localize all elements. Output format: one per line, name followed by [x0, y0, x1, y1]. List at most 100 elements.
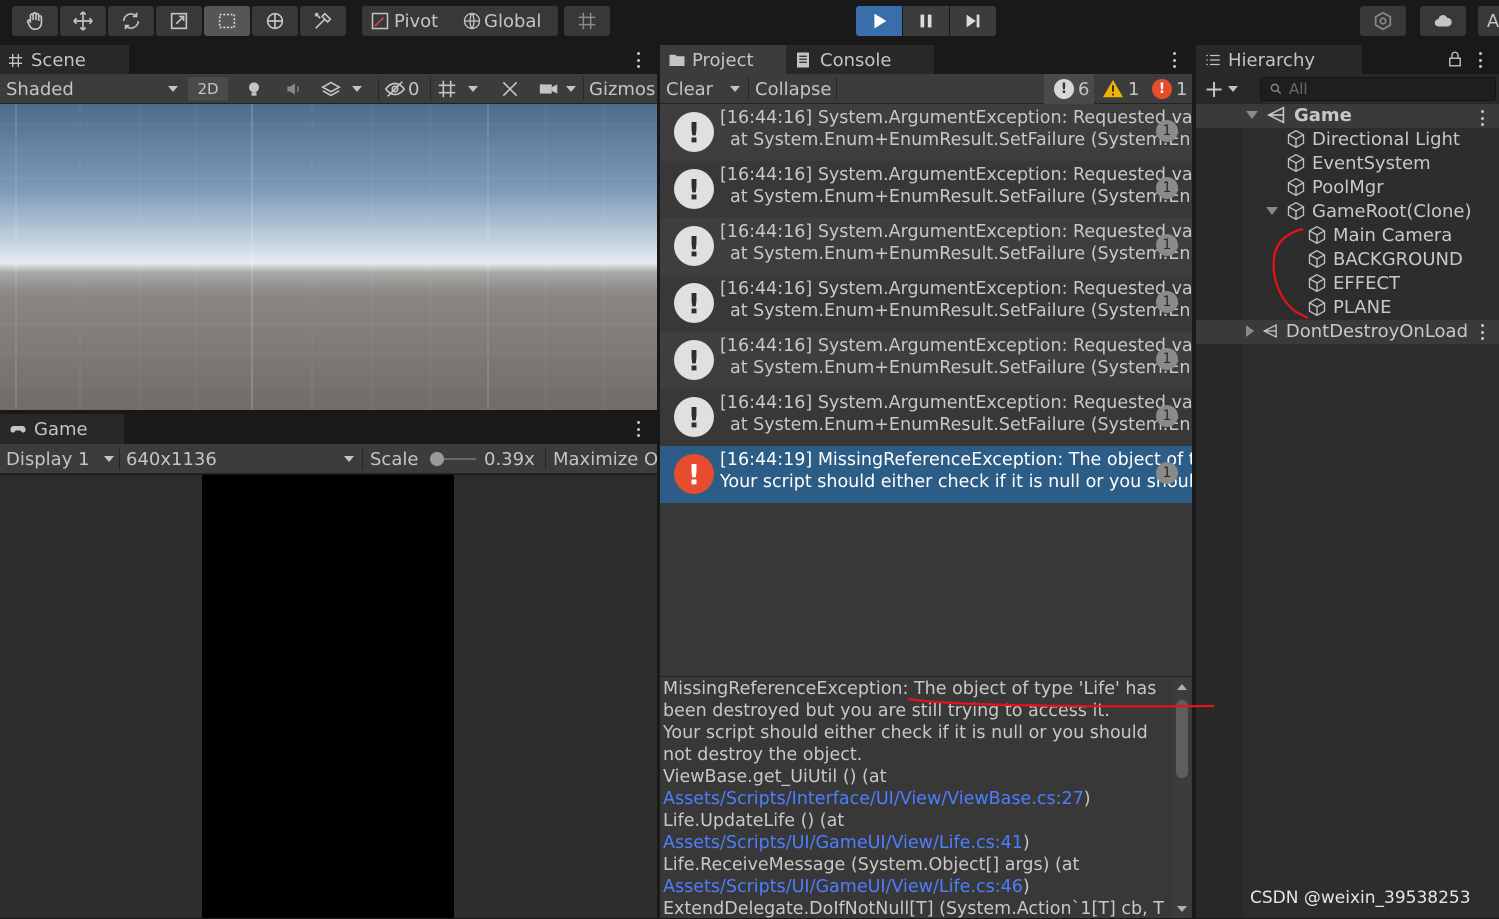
game-menu-icon[interactable] — [632, 418, 644, 440]
hierarchy-item[interactable]: Directional Light — [1286, 127, 1460, 151]
stacktrace-link-line[interactable]: Assets/Scripts/UI/GameUI/View/Life.cs:41… — [663, 833, 1030, 853]
console-menu-icon[interactable] — [1168, 49, 1180, 71]
detail-text-line: Your script should either check if it is… — [663, 723, 1148, 743]
stacktrace-link[interactable]: Assets/Scripts/UI/GameUI/View/Life.cs:41 — [663, 833, 1023, 853]
scroll-up-arrow[interactable] — [1177, 684, 1187, 690]
play-button[interactable] — [856, 6, 902, 36]
resolution-dropdown[interactable]: 640x1136 — [126, 444, 354, 474]
scene-menu-icon[interactable] — [632, 49, 644, 71]
hierarchy-item[interactable]: PLANE — [1307, 295, 1391, 319]
hierarchy-item[interactable]: GameRoot(Clone) — [1266, 199, 1471, 223]
hierarchy-item[interactable]: EventSystem — [1286, 151, 1431, 175]
stacktrace-link-line[interactable]: Assets/Scripts/UI/GameUI/View/Life.cs:46… — [663, 877, 1030, 897]
game-viewport[interactable] — [0, 475, 657, 918]
tab-scene[interactable]: Scene — [0, 45, 129, 75]
panel-splitter[interactable] — [0, 410, 657, 414]
collapse-toggle[interactable]: Collapse — [755, 74, 832, 104]
info-filter-toggle[interactable]: ! 6 — [1044, 74, 1094, 104]
scrollbar-thumb[interactable] — [1176, 700, 1188, 778]
hierarchy-search-input[interactable]: All — [1260, 77, 1496, 101]
tab-game[interactable]: Game — [0, 414, 124, 444]
panel-splitter[interactable] — [657, 44, 660, 918]
info-icon: ! — [674, 169, 714, 209]
pivot-toggle[interactable]: Pivot — [362, 6, 460, 36]
scale-value: 0.39x — [484, 448, 535, 470]
unity-scene-icon — [1262, 323, 1277, 339]
detail-text: ) — [1022, 877, 1030, 897]
hierarchy-scene-game[interactable]: Game — [1246, 103, 1352, 127]
chevron-down-icon — [566, 86, 576, 92]
tools-icon — [502, 81, 518, 97]
log-entry[interactable]: ! [16:44:16] System.ArgumentException: R… — [660, 275, 1192, 332]
2d-toggle[interactable]: 2D — [188, 77, 228, 101]
globe-icon — [463, 12, 481, 30]
tab-console[interactable]: Console — [786, 45, 934, 75]
cloud-button[interactable] — [1420, 6, 1466, 36]
hand-tool-button[interactable] — [12, 6, 58, 36]
log-entry[interactable]: ! [16:44:16] System.ArgumentException: R… — [660, 218, 1192, 275]
hierarchy-item-label: Main Camera — [1333, 224, 1453, 246]
expand-arrow-icon[interactable] — [1266, 207, 1278, 215]
step-button[interactable] — [950, 6, 996, 36]
scene-row-menu-icon[interactable] — [1476, 107, 1488, 129]
scene-tabstrip: Scene — [0, 45, 657, 75]
hierarchy-item[interactable]: PoolMgr — [1286, 175, 1384, 199]
grid-snap-button[interactable] — [564, 6, 610, 36]
effects-dropdown[interactable] — [320, 74, 370, 104]
hierarchy-item[interactable]: EFFECT — [1307, 271, 1400, 295]
scale-tool-button[interactable] — [156, 6, 202, 36]
scale-slider-thumb[interactable] — [430, 452, 444, 466]
log-entry[interactable]: ! [16:44:16] System.ArgumentException: R… — [660, 161, 1192, 218]
collab-button[interactable] — [1360, 6, 1406, 36]
clear-button[interactable]: Clear — [666, 74, 746, 104]
transform-tool-button[interactable] — [252, 6, 298, 36]
hand-icon — [26, 11, 43, 31]
log-entry[interactable]: ! [16:44:16] System.ArgumentException: R… — [660, 332, 1192, 389]
scale-slider[interactable] — [430, 444, 476, 474]
stacktrace-link-line[interactable]: Assets/Scripts/Interface/UI/View/ViewBas… — [663, 789, 1091, 809]
hidden-objects-toggle[interactable]: 0 — [384, 74, 426, 104]
tab-hierarchy[interactable]: Hierarchy — [1196, 45, 1362, 75]
camera-dropdown[interactable] — [538, 74, 580, 104]
grid-dropdown[interactable] — [436, 74, 490, 104]
stacktrace-link[interactable]: Assets/Scripts/UI/GameUI/View/Life.cs:46 — [663, 877, 1023, 897]
hierarchy-item[interactable]: BACKGROUND — [1307, 247, 1463, 271]
audio-toggle[interactable] — [284, 74, 308, 104]
scene-viewport[interactable] — [0, 104, 657, 410]
scroll-down-arrow[interactable] — [1177, 906, 1187, 912]
expand-arrow-icon[interactable] — [1246, 325, 1254, 337]
log-entry[interactable]: ! [16:44:16] System.ArgumentException: R… — [660, 104, 1192, 161]
custom-tool-button[interactable] — [300, 6, 346, 36]
create-dropdown[interactable]: + — [1204, 74, 1242, 104]
pause-button[interactable] — [903, 6, 949, 36]
display-dropdown[interactable]: Display 1 — [6, 444, 114, 474]
lock-icon[interactable] — [1446, 50, 1464, 68]
hierarchy-scene-dontdestroy[interactable]: DontDestroyOnLoad — [1246, 319, 1468, 343]
detail-scrollbar[interactable] — [1173, 678, 1191, 918]
expand-arrow-icon[interactable] — [1246, 111, 1258, 119]
lighting-toggle[interactable] — [244, 74, 268, 104]
search-placeholder: All — [1289, 80, 1308, 98]
global-toggle[interactable]: Global — [454, 6, 558, 36]
warning-filter-toggle[interactable]: 1 — [1098, 74, 1144, 104]
panel-splitter[interactable] — [1192, 44, 1196, 918]
log-entry-selected[interactable]: ! [16:44:19] MissingReferenceException: … — [660, 446, 1192, 503]
error-filter-toggle[interactable]: ! 1 — [1148, 74, 1192, 104]
stacktrace-link[interactable]: Assets/Scripts/Interface/UI/View/ViewBas… — [663, 789, 1084, 809]
tools-toggle[interactable] — [500, 74, 524, 104]
speaker-icon — [287, 83, 299, 95]
hierarchy-menu-icon[interactable] — [1474, 49, 1486, 71]
detail-text-line: ViewBase.get_UiUtil () (at — [663, 767, 886, 787]
move-tool-button[interactable] — [60, 6, 106, 36]
tab-project[interactable]: Project — [660, 45, 802, 75]
gizmos-dropdown[interactable]: Gizmos — [589, 74, 655, 104]
rect-tool-button[interactable] — [204, 6, 250, 36]
hierarchy-item[interactable]: Main Camera — [1307, 223, 1452, 247]
shading-mode-dropdown[interactable]: Shaded — [6, 74, 178, 104]
account-button[interactable]: A — [1478, 6, 1499, 36]
dontdestroy-row-menu-icon[interactable] — [1476, 321, 1488, 343]
rotate-tool-button[interactable] — [108, 6, 154, 36]
maximize-on-play-toggle[interactable]: Maximize On — [553, 444, 657, 474]
log-entry-line1: [16:44:16] System.ArgumentException: Req… — [720, 393, 1192, 413]
log-entry[interactable]: ! [16:44:16] System.ArgumentException: R… — [660, 389, 1192, 446]
